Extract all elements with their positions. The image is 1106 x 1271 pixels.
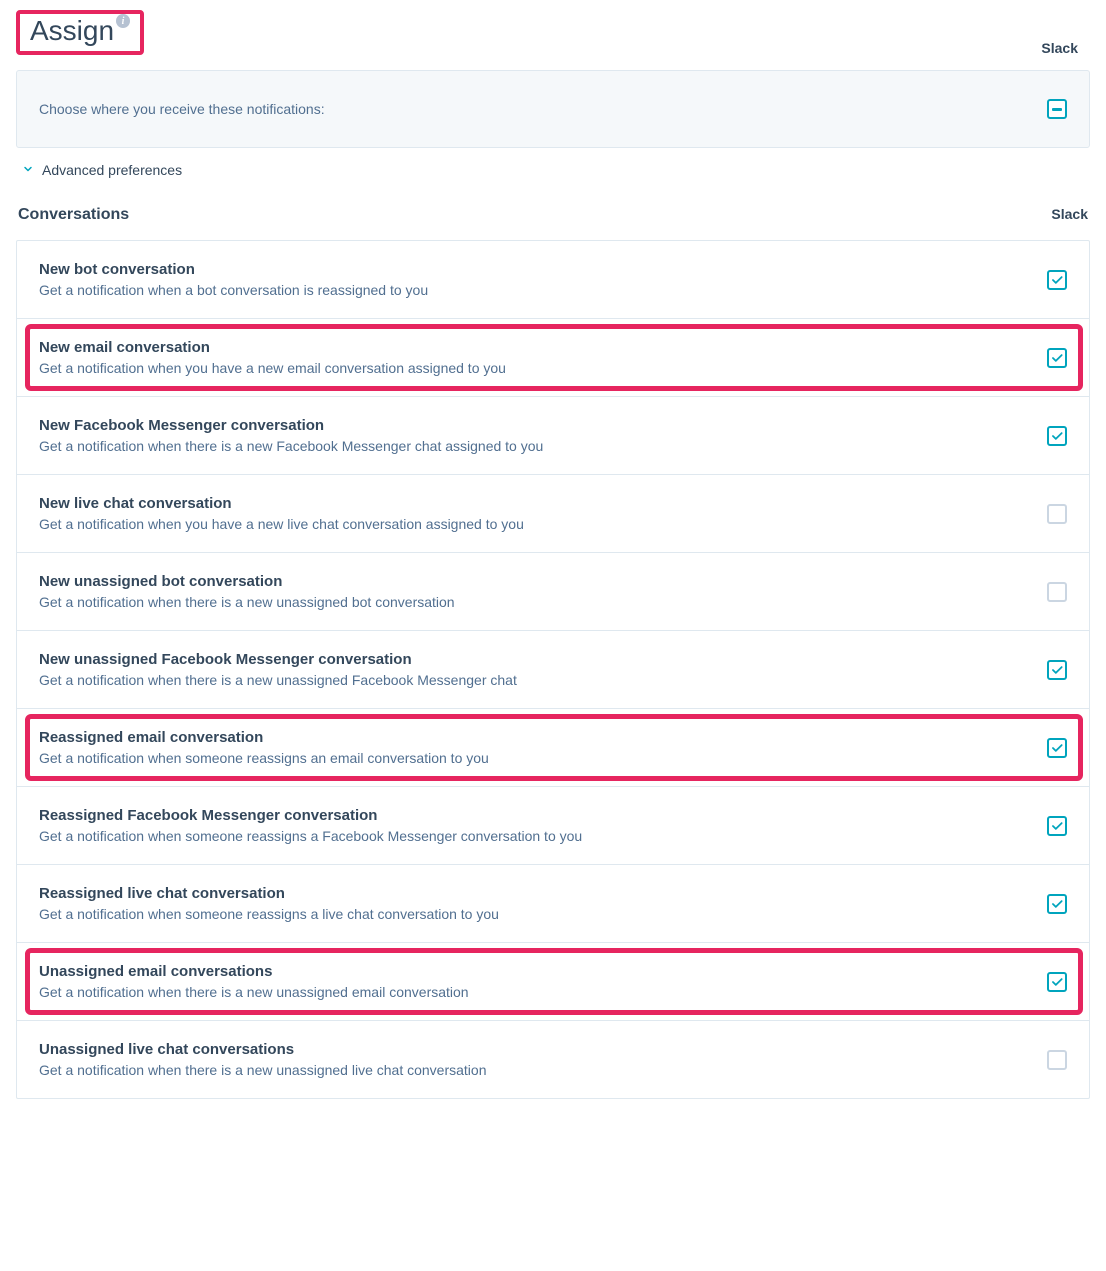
list-item-text: Reassigned email conversation Get a notif… xyxy=(39,729,489,766)
list-item-title: New unassigned bot conversation xyxy=(39,573,455,590)
list-item-title: Unassigned email conversations xyxy=(39,963,469,980)
list-item: New live chat conversation Get a notifica… xyxy=(17,474,1089,552)
list-item-title: Reassigned email conversation xyxy=(39,729,489,746)
section-title-conversations: Conversations xyxy=(18,206,129,224)
list-item-text: New unassigned Facebook Messenger conver… xyxy=(39,651,517,688)
list-item-text: Reassigned live chat conversation Get a n… xyxy=(39,885,499,922)
list-item-title: New email conversation xyxy=(39,339,506,356)
column-header-slack-top: Slack xyxy=(1041,40,1078,56)
list-item: Reassigned live chat conversation Get a n… xyxy=(17,864,1089,942)
list-item-text: New unassigned bot conversation Get a not… xyxy=(39,573,455,610)
list-item-text: New email conversation Get a notification… xyxy=(39,339,506,376)
list-item-description: Get a notification when there is a new u… xyxy=(39,672,517,688)
list-item: New bot conversation Get a notification w… xyxy=(17,241,1089,318)
slack-checkbox[interactable] xyxy=(1047,816,1067,836)
slack-checkbox[interactable] xyxy=(1047,504,1067,524)
list-item-description: Get a notification when someone reassign… xyxy=(39,750,489,766)
page-title: Assign xyxy=(30,16,114,47)
list-item-title: Reassigned live chat conversation xyxy=(39,885,499,902)
notice-text: Choose where you receive these notificat… xyxy=(39,101,325,117)
list-item: New Facebook Messenger conversation Get a… xyxy=(17,396,1089,474)
list-item-title: New Facebook Messenger conversation xyxy=(39,417,543,434)
list-item-description: Get a notification when you have a new l… xyxy=(39,516,524,532)
list-item-description: Get a notification when there is a new F… xyxy=(39,438,543,454)
list-item: New unassigned Facebook Messenger conver… xyxy=(17,630,1089,708)
slack-checkbox[interactable] xyxy=(1047,972,1067,992)
notice-indeterminate-checkbox[interactable] xyxy=(1047,99,1067,119)
list-item: Reassigned email conversation Get a notif… xyxy=(17,708,1089,786)
slack-checkbox[interactable] xyxy=(1047,660,1067,680)
column-header-slack: Slack xyxy=(1051,206,1088,222)
list-item-text: New bot conversation Get a notification w… xyxy=(39,261,428,298)
minus-icon xyxy=(1052,108,1062,111)
list-item-title: Unassigned live chat conversations xyxy=(39,1041,487,1058)
notification-list: New bot conversation Get a notification w… xyxy=(16,240,1090,1099)
advanced-preferences-label: Advanced preferences xyxy=(42,162,182,178)
slack-checkbox[interactable] xyxy=(1047,1050,1067,1070)
slack-checkbox[interactable] xyxy=(1047,582,1067,602)
slack-checkbox[interactable] xyxy=(1047,270,1067,290)
list-item-description: Get a notification when you have a new e… xyxy=(39,360,506,376)
slack-checkbox[interactable] xyxy=(1047,348,1067,368)
list-item-description: Get a notification when there is a new u… xyxy=(39,984,469,1000)
chevron-down-icon xyxy=(22,163,34,177)
slack-checkbox[interactable] xyxy=(1047,738,1067,758)
info-icon[interactable]: i xyxy=(116,14,130,28)
list-item-title: New live chat conversation xyxy=(39,495,524,512)
list-item: Reassigned Facebook Messenger conversati… xyxy=(17,786,1089,864)
list-item-title: Reassigned Facebook Messenger conversati… xyxy=(39,807,582,824)
list-item: Unassigned email conversations Get a noti… xyxy=(17,942,1089,1020)
notification-channel-notice: Choose where you receive these notificat… xyxy=(16,70,1090,148)
list-item-text: New Facebook Messenger conversation Get a… xyxy=(39,417,543,454)
list-item-title: New bot conversation xyxy=(39,261,428,278)
list-item-title: New unassigned Facebook Messenger conver… xyxy=(39,651,517,668)
list-item-text: Unassigned email conversations Get a noti… xyxy=(39,963,469,1000)
list-item: Unassigned live chat conversations Get a … xyxy=(17,1020,1089,1098)
page-title-highlight: Assign i xyxy=(16,10,144,55)
list-item-description: Get a notification when there is a new u… xyxy=(39,1062,487,1078)
list-item: New unassigned bot conversation Get a not… xyxy=(17,552,1089,630)
list-item-text: New live chat conversation Get a notifica… xyxy=(39,495,524,532)
list-item-description: Get a notification when someone reassign… xyxy=(39,906,499,922)
list-item-description: Get a notification when someone reassign… xyxy=(39,828,582,844)
list-item-text: Unassigned live chat conversations Get a … xyxy=(39,1041,487,1078)
list-item-description: Get a notification when there is a new u… xyxy=(39,594,455,610)
list-item-description: Get a notification when a bot conversati… xyxy=(39,282,428,298)
list-item: New email conversation Get a notification… xyxy=(17,318,1089,396)
slack-checkbox[interactable] xyxy=(1047,894,1067,914)
slack-checkbox[interactable] xyxy=(1047,426,1067,446)
advanced-preferences-toggle[interactable]: Advanced preferences xyxy=(16,162,1090,178)
list-item-text: Reassigned Facebook Messenger conversati… xyxy=(39,807,582,844)
